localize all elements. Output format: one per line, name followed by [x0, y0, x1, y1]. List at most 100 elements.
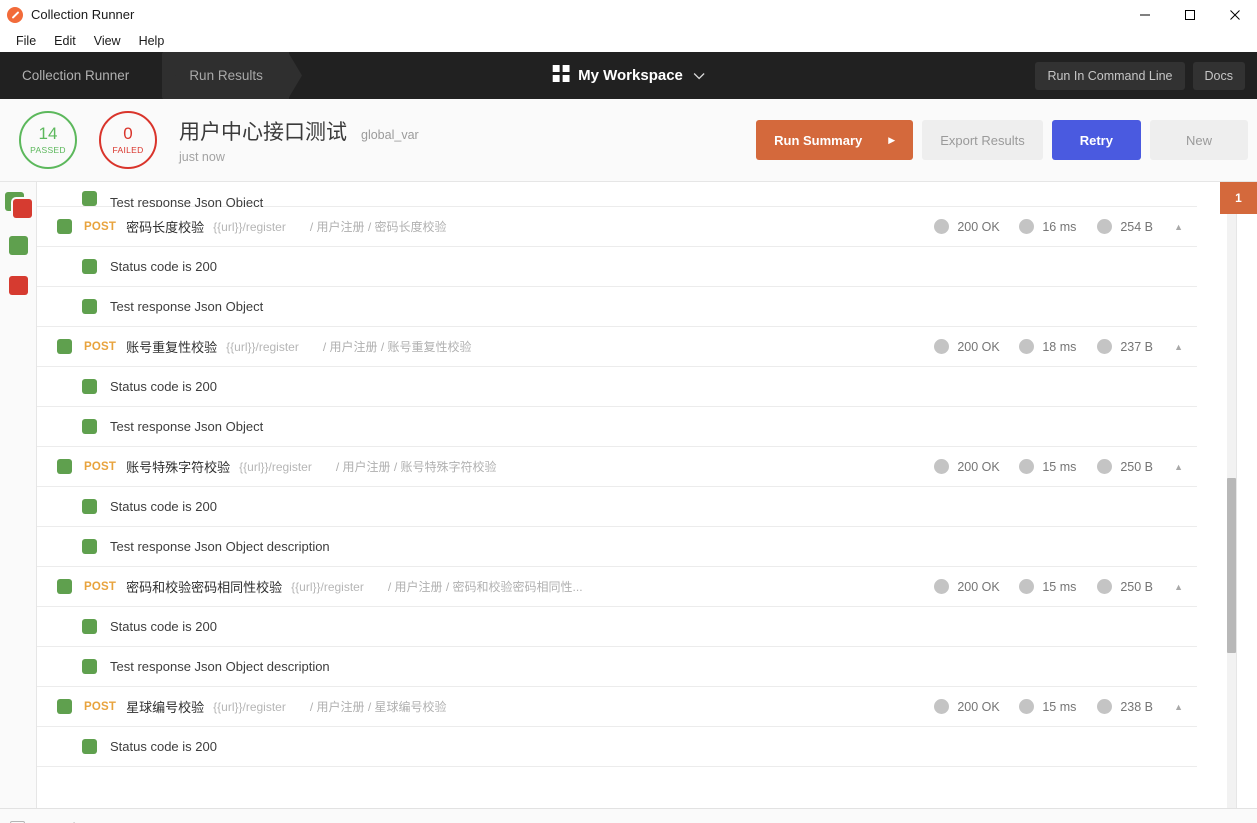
close-icon[interactable] — [1212, 0, 1257, 29]
window-controls — [1122, 0, 1257, 29]
collapse-caret-icon[interactable]: ▲ — [1174, 462, 1183, 472]
run-meta: 用户中心接口测试 global_var just now — [179, 116, 419, 164]
results-list[interactable]: Test response Json Object POST 密码长度校验 {{url… — [37, 182, 1257, 808]
status-dot-icon — [934, 459, 950, 474]
export-results-button[interactable]: Export Results — [922, 120, 1043, 160]
workspace-label: My Workspace — [578, 67, 683, 84]
run-summary-label: Run Summary — [774, 132, 863, 148]
menu-help[interactable]: Help — [131, 32, 173, 50]
console-bar[interactable]: Console — [0, 808, 1257, 823]
request-row[interactable]: POST 账号重复性校验 {{url}}/register / 用户注册 / 账号重复… — [37, 327, 1197, 367]
assertion-row[interactable]: Test response Json Object — [37, 407, 1197, 447]
response-code: 200 OK — [957, 219, 1000, 234]
assertion-label: Test response Json Object — [110, 299, 264, 314]
request-method: POST — [84, 220, 117, 233]
assertion-label: Status code is 200 — [110, 499, 217, 514]
run-in-command-line-button[interactable]: Run In Command Line — [1035, 61, 1185, 90]
postman-runner-icon — [7, 6, 23, 23]
assertion-label: Test response Json Object description — [110, 659, 330, 674]
size-dot-icon — [1097, 579, 1113, 594]
assertion-status-marker — [82, 739, 97, 754]
scrollbar-thumb[interactable] — [1227, 478, 1236, 653]
assertion-row[interactable]: Test response Json Object description — [37, 527, 1197, 567]
request-row[interactable]: POST 密码和校验密码相同性校验 {{url}}/register / 用户注册 /… — [37, 567, 1197, 607]
assertion-row[interactable]: Test response Json Object description — [37, 647, 1197, 687]
passed-count: 14 — [38, 124, 58, 143]
request-url: {{url}}/register — [239, 459, 312, 474]
assertion-label: Status code is 200 — [110, 379, 217, 394]
docs-button[interactable]: Docs — [1192, 61, 1245, 90]
filter-passed-button[interactable] — [0, 225, 36, 265]
window-titlebar: Collection Runner — [0, 0, 1257, 29]
metric-size: 254 B — [1097, 219, 1153, 234]
tab-chevron-shape — [162, 52, 177, 99]
metric-status: 200 OK — [934, 579, 1011, 594]
filter-failed-button[interactable] — [0, 265, 36, 305]
response-code: 200 OK — [957, 579, 1000, 594]
tab-collection-runner[interactable]: Collection Runner — [0, 52, 177, 99]
size-dot-icon — [1097, 459, 1113, 474]
time-dot-icon — [1019, 219, 1035, 234]
assertion-row[interactable]: Status code is 200 — [37, 247, 1197, 287]
size-dot-icon — [1097, 699, 1113, 714]
results-scrollbar[interactable] — [1227, 182, 1236, 808]
assertion-status-marker — [82, 659, 97, 674]
time-dot-icon — [1019, 579, 1035, 594]
response-size: 254 B — [1120, 219, 1153, 234]
assertion-status-marker — [82, 299, 97, 314]
request-path: / 用户注册 / 星球编号校验 — [309, 700, 447, 714]
passed-count-ring: 14 PASSED — [19, 111, 77, 169]
request-row[interactable]: POST 星球编号校验 {{url}}/register / 用户注册 / 星球编号校… — [37, 687, 1197, 727]
assertion-row[interactable]: Status code is 200 — [37, 367, 1197, 407]
assertion-row[interactable]: Test response Json Object — [37, 182, 1197, 210]
menu-view[interactable]: View — [86, 32, 129, 50]
right-rail — [1236, 182, 1257, 808]
tab-run-results-label: Run Results — [189, 68, 263, 83]
run-summary-button[interactable]: Run Summary ▶ — [756, 120, 914, 160]
assertion-row[interactable]: Status code is 200 — [37, 607, 1197, 647]
menu-edit[interactable]: Edit — [46, 32, 84, 50]
request-metrics: 200 OK 18 ms 237 B — [934, 339, 1153, 354]
assertion-row[interactable]: Status code is 200 — [37, 727, 1197, 767]
play-triangle-icon: ▶ — [888, 134, 896, 145]
assertion-row[interactable]: Status code is 200 — [37, 487, 1197, 527]
request-status-marker — [57, 339, 72, 354]
request-url: {{url}}/register — [291, 579, 364, 594]
passed-icon — [8, 235, 28, 255]
tab-run-results[interactable]: Run Results — [163, 52, 302, 99]
failed-label: FAILED — [112, 145, 144, 155]
status-dot-icon — [934, 699, 950, 714]
response-time: 16 ms — [1042, 219, 1077, 234]
response-size: 250 B — [1120, 579, 1153, 594]
failed-icon — [8, 275, 28, 295]
summary-actions: Run Summary ▶ Export Results Retry New — [756, 120, 1257, 160]
request-row[interactable]: POST 密码长度校验 {{url}}/register / 用户注册 / 密码长度校… — [37, 207, 1197, 247]
request-method: POST — [84, 580, 117, 593]
assertion-row[interactable]: Test response Json Object — [37, 287, 1197, 327]
workspace-selector[interactable]: My Workspace — [552, 65, 705, 86]
request-row[interactable]: POST 账号特殊字符校验 {{url}}/register / 用户注册 / 账号特… — [37, 447, 1197, 487]
request-method: POST — [84, 460, 117, 473]
size-dot-icon — [1097, 339, 1113, 354]
window-title: Collection Runner — [31, 7, 135, 22]
assertion-label: Status code is 200 — [110, 259, 217, 274]
new-run-button[interactable]: New — [1149, 120, 1248, 160]
request-status-marker — [57, 459, 72, 474]
collapse-caret-icon[interactable]: ▲ — [1174, 582, 1183, 592]
collapse-caret-icon[interactable]: ▲ — [1174, 342, 1183, 352]
metric-status: 200 OK — [934, 459, 1011, 474]
minimize-icon[interactable] — [1122, 0, 1167, 29]
page-badge[interactable]: 1 — [1220, 182, 1257, 214]
retry-button[interactable]: Retry — [1051, 120, 1141, 160]
request-method: POST — [84, 340, 117, 353]
menu-file[interactable]: File — [8, 32, 44, 50]
collapse-caret-icon[interactable]: ▲ — [1174, 702, 1183, 712]
all-results-icon — [4, 192, 32, 218]
header-actions: Run In Command Line Docs — [1035, 61, 1245, 90]
metric-status: 200 OK — [934, 339, 1011, 354]
status-dot-icon — [934, 579, 950, 594]
filter-all-button[interactable] — [0, 185, 36, 225]
maximize-icon[interactable] — [1167, 0, 1212, 29]
collapse-caret-icon[interactable]: ▲ — [1174, 222, 1183, 232]
metric-status: 200 OK — [934, 219, 1011, 234]
